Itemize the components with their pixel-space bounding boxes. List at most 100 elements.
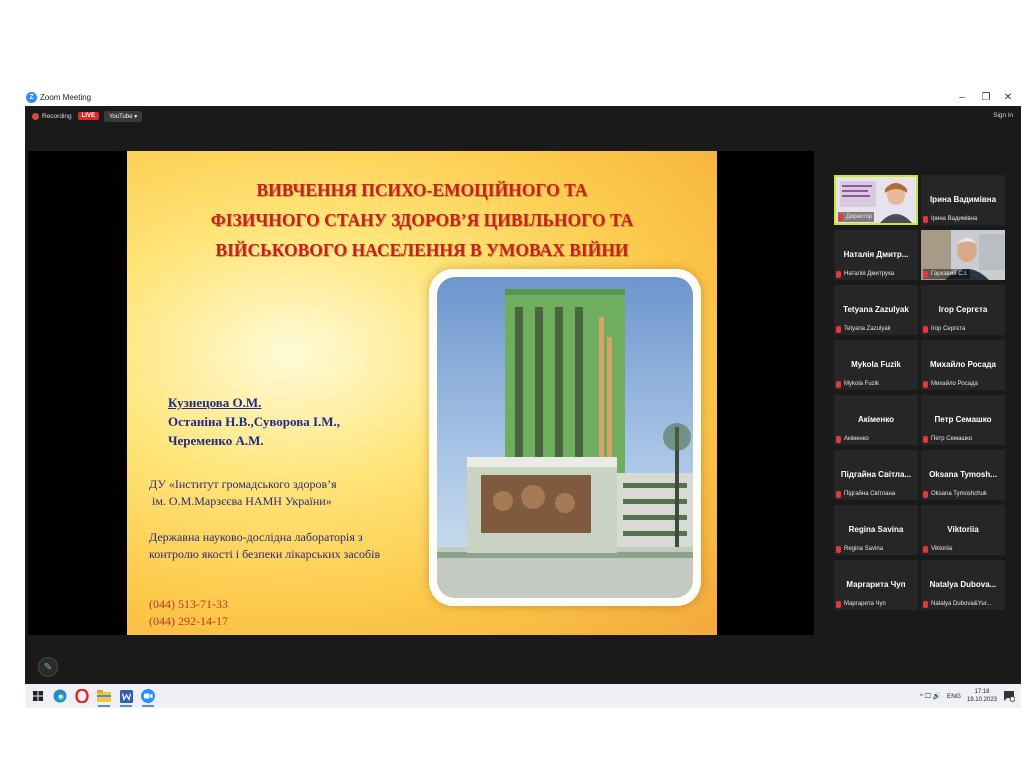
taskbar-word[interactable] <box>115 684 137 708</box>
recording-label[interactable]: Recording <box>42 113 72 120</box>
participant-tile[interactable]: Tetyana Zazulyak Tetyana Zazulyak <box>834 285 918 335</box>
participant-label: Natalya Dubova&Yur... <box>923 599 991 609</box>
close-button[interactable]: ✕ <box>997 88 1019 106</box>
participant-name: Mykola Fuzik <box>851 360 901 369</box>
live-badge[interactable]: LIVE <box>77 112 99 120</box>
sign-in-link[interactable]: Sign in <box>993 112 1013 119</box>
participant-label-text: Підгайна Світлана <box>844 491 896 497</box>
participant-label: Директор <box>838 212 875 222</box>
participant-label-text: Ігор Сергєта <box>931 326 966 332</box>
participant-tile[interactable]: Natalya Dubova... Natalya Dubova&Yur... <box>921 560 1005 610</box>
participant-tile[interactable]: Гаркавий С.І. <box>921 230 1005 280</box>
participant-label: Акіменко <box>836 434 869 444</box>
participant-tile[interactable]: Regina Savina Regina Savina <box>834 505 918 555</box>
participant-label-text: Михайло Росада <box>931 381 978 387</box>
mic-muted-icon <box>836 490 841 498</box>
building-illustration <box>437 289 693 598</box>
participant-name: Tetyana Zazulyak <box>843 305 909 314</box>
annotate-pencil-icon[interactable]: ✎ <box>38 657 58 677</box>
participant-tile[interactable]: Ігор Сергєта Ігор Сергєта <box>921 285 1005 335</box>
participant-tile[interactable]: Акіменко Акіменко <box>834 395 918 445</box>
institute-line: ім. О.М.Марзєєва НАМН України» <box>152 494 332 508</box>
participant-name: Oksana Tymosh... <box>929 470 997 479</box>
mic-muted-icon <box>923 435 928 443</box>
minimize-button[interactable]: – <box>951 88 973 106</box>
mic-muted-icon <box>923 270 928 278</box>
language-indicator[interactable]: ENG <box>947 693 961 700</box>
participant-tile[interactable]: Viktoriia Viktoriia <box>921 505 1005 555</box>
recording-icon <box>32 112 39 120</box>
taskbar-edge[interactable] <box>49 684 71 708</box>
mic-muted-icon <box>836 325 841 333</box>
participant-label: Підгайна Світлана <box>836 489 895 499</box>
mic-muted-icon <box>836 270 841 278</box>
taskbar-zoom[interactable] <box>137 684 159 708</box>
participant-tile[interactable]: Маргарита Чуп Маргарита Чуп <box>834 560 918 610</box>
window-title-bar: Z Zoom Meeting – ❐ ✕ <box>25 88 1021 106</box>
participant-label-text: Петр Семашко <box>931 436 973 442</box>
youtube-stream-dropdown[interactable]: YouTube ▾ <box>103 110 143 122</box>
notifications-icon[interactable] <box>1003 690 1015 702</box>
slide-title: ВИВЧЕННЯ ПСИХО-ЕМОЦІЙНОГО ТА ФІЗИЧНОГО С… <box>167 175 677 265</box>
slide-authors: Кузнецова О.М. Останіна Н.В.,Суворова І.… <box>168 393 340 450</box>
windows-logo-icon <box>33 691 43 701</box>
participant-name: Ігор Сергєта <box>938 305 988 314</box>
lab-line: Державна науково-дослідна лабораторія з <box>149 530 363 544</box>
mic-muted-icon <box>923 325 928 333</box>
restore-button[interactable]: ❐ <box>975 88 997 106</box>
participant-tile[interactable]: Михайло Росада Михайло Росада <box>921 340 1005 390</box>
mic-muted-icon <box>923 600 928 608</box>
participant-tile[interactable]: Петр Семашко Петр Семашко <box>921 395 1005 445</box>
author-line: Кузнецова О.М. <box>168 395 262 410</box>
opera-icon <box>75 689 89 703</box>
participant-label-text: Tetyana Zazulyak <box>844 326 891 332</box>
author-line: Череменко А.М. <box>168 433 264 448</box>
participant-name: Підгайна Світла... <box>840 470 912 479</box>
taskbar-opera[interactable] <box>71 684 93 708</box>
tray-icons[interactable]: ^ 🖵 🔊 <box>920 692 941 701</box>
start-button[interactable] <box>27 684 49 708</box>
participant-tile[interactable]: Підгайна Світла... Підгайна Світлана <box>834 450 918 500</box>
institute-line: ДУ «Інститут громадського здоров’я <box>149 477 337 491</box>
participant-tile[interactable]: Mykola Fuzik Mykola Fuzik <box>834 340 918 390</box>
participant-label-text: Viktoriia <box>931 546 953 552</box>
edge-icon <box>53 689 67 703</box>
window-title: Zoom Meeting <box>40 92 92 102</box>
participant-tile[interactable]: Ірина Вадимівна Ірина Вадимівна <box>921 175 1005 225</box>
participant-label: Маргарита Чуп <box>836 599 886 609</box>
shared-screen: ВИВЧЕННЯ ПСИХО-ЕМОЦІЙНОГО ТА ФІЗИЧНОГО С… <box>28 151 814 677</box>
zoom-icon <box>141 689 155 703</box>
participant-label-text: Regina Savina <box>844 546 884 552</box>
participant-tile[interactable]: Наталія Дмитр... Наталія Дмитруха <box>834 230 918 280</box>
participant-label-text: Mykola Fuzik <box>844 381 880 387</box>
mic-muted-icon <box>923 545 928 553</box>
system-tray: ^ 🖵 🔊 ENG 17:18 19.10.2023 <box>920 684 1021 708</box>
building-photo <box>437 277 693 598</box>
mic-muted-icon <box>923 490 928 498</box>
participant-name: Михайло Росада <box>930 360 996 369</box>
participant-label: Ірина Вадимівна <box>923 214 977 224</box>
participant-label: Viktoriia <box>923 544 952 554</box>
participant-label-text: Директор <box>846 214 873 220</box>
author-line: Останіна Н.В.,Суворова І.М., <box>168 414 341 429</box>
participant-label: Tetyana Zazulyak <box>836 324 891 334</box>
participant-label: Наталія Дмитруха <box>836 269 894 279</box>
taskbar-file-explorer[interactable] <box>93 684 115 708</box>
participant-label: Oksana Tymoshchuk <box>923 489 987 499</box>
participant-label: Михайло Росада <box>923 379 978 389</box>
zoom-screen: Z Zoom Meeting – ❐ ✕ Recording LIVE YouT… <box>25 88 1021 708</box>
participant-tile[interactable]: Директор <box>834 175 918 225</box>
participant-label-text: Гаркавий С.І. <box>931 271 968 277</box>
participant-label-text: Ірина Вадимівна <box>931 216 978 222</box>
participant-label: Ігор Сергєта <box>923 324 965 334</box>
slide-title-line: ВИВЧЕННЯ ПСИХО-ЕМОЦІЙНОГО ТА <box>256 180 588 200</box>
presentation-slide: ВИВЧЕННЯ ПСИХО-ЕМОЦІЙНОГО ТА ФІЗИЧНОГО С… <box>127 151 717 635</box>
clock[interactable]: 17:18 19.10.2023 <box>967 688 997 704</box>
participant-label-text: Natalya Dubova&Yur... <box>931 601 992 607</box>
participant-name: Петр Семашко <box>934 415 992 424</box>
mic-muted-icon <box>923 215 928 223</box>
participant-name: Ірина Вадимівна <box>929 195 997 204</box>
participant-tile[interactable]: Oksana Tymosh... Oksana Tymoshchuk <box>921 450 1005 500</box>
participant-name: Regina Savina <box>848 525 904 534</box>
meeting-top-bar: Recording LIVE YouTube ▾ Sign in <box>25 106 1021 126</box>
